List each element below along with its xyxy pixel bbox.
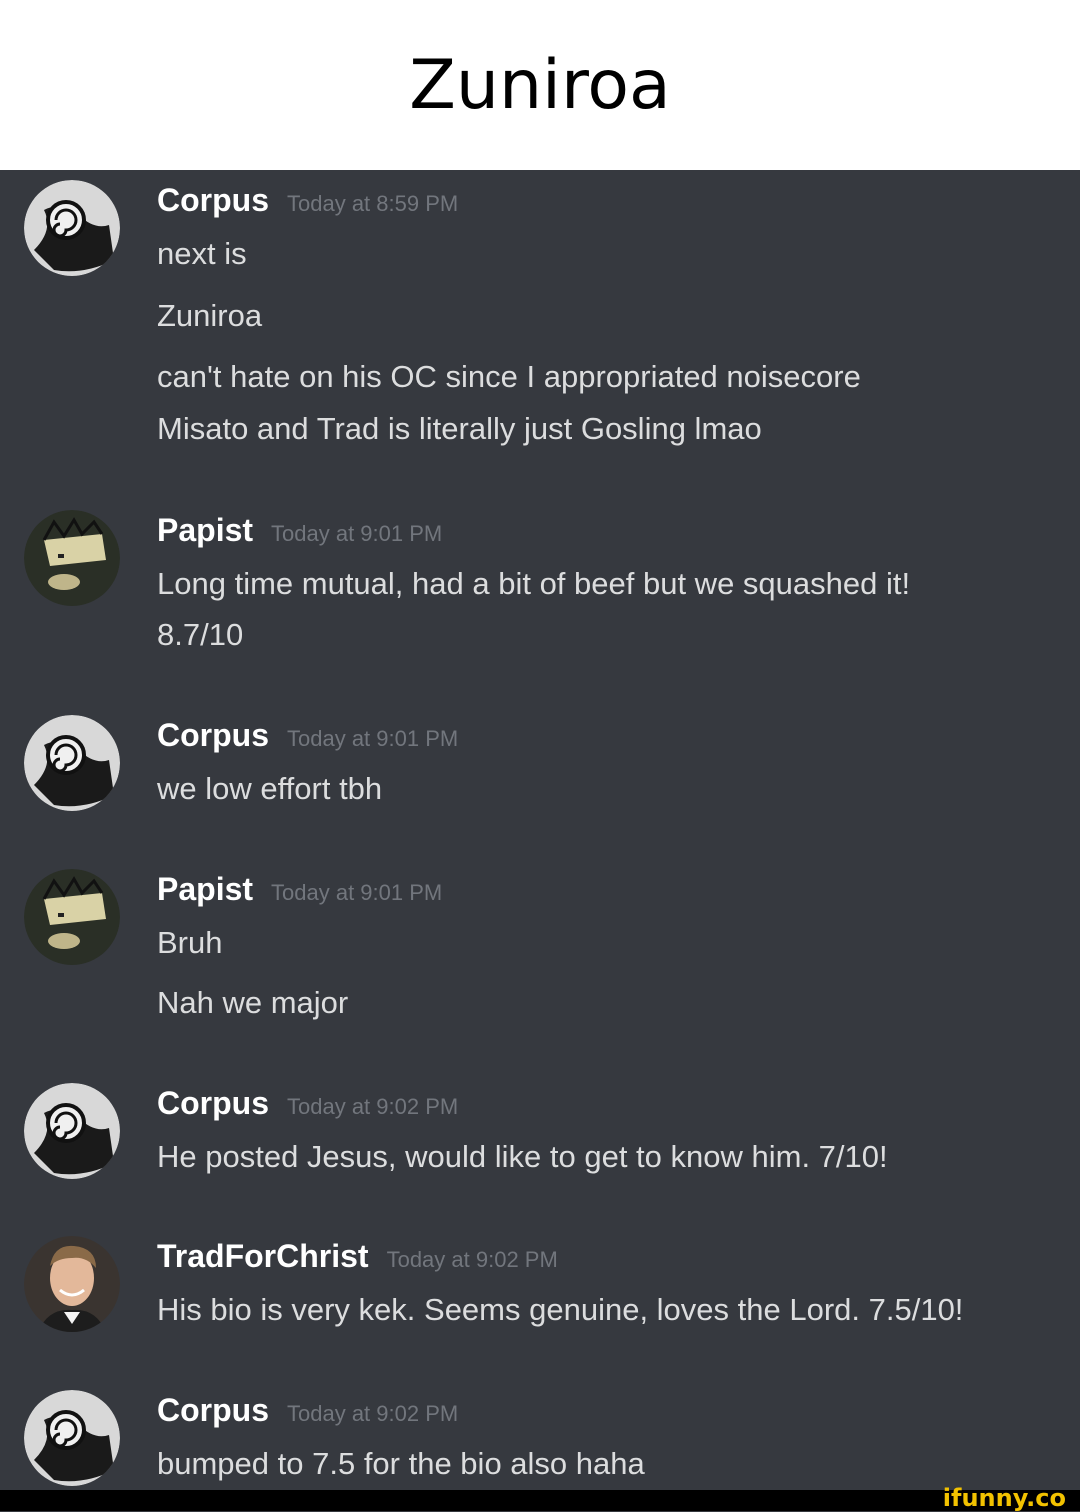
spiral-avatar[interactable] <box>24 1083 120 1179</box>
message-header: Papist Today at 9:01 PM <box>157 512 442 549</box>
chat-log: Corpus Today at 8:59 PM next is Zuniroa c… <box>0 170 1080 1490</box>
timestamp: Today at 9:02 PM <box>287 1401 459 1426</box>
username[interactable]: Papist <box>157 512 253 548</box>
spiral-avatar[interactable] <box>24 1390 120 1486</box>
watermark-logo: ifunny.co <box>942 1484 1066 1512</box>
message-text: can't hate on his OC since I appropriate… <box>157 359 861 394</box>
message-header: Papist Today at 9:01 PM <box>157 871 442 908</box>
username[interactable]: Papist <box>157 871 253 907</box>
message-header: Corpus Today at 9:02 PM <box>157 1085 458 1122</box>
message-text: Bruh <box>157 925 223 960</box>
message-text: Misato and Trad is literally just Goslin… <box>157 411 762 446</box>
footer-bar <box>0 1490 1080 1511</box>
message-text: Long time mutual, had a bit of beef but … <box>157 566 911 601</box>
message-text: He posted Jesus, would like to get to kn… <box>157 1139 888 1174</box>
username[interactable]: Corpus <box>157 1085 269 1121</box>
message-text: 8.7/10 <box>157 617 244 652</box>
timestamp: Today at 8:59 PM <box>287 191 459 216</box>
timestamp: Today at 9:02 PM <box>287 1094 459 1119</box>
caption-text: Zuniroa <box>409 45 671 125</box>
photo-avatar[interactable] <box>24 1236 120 1332</box>
message-header: TradForChrist Today at 9:02 PM <box>157 1238 558 1275</box>
message-text: His bio is very kek. Seems genuine, love… <box>157 1292 964 1327</box>
message-text: we low effort tbh <box>157 771 383 806</box>
message-text: Zuniroa <box>157 298 263 333</box>
message-header: Corpus Today at 9:01 PM <box>157 717 458 754</box>
timestamp: Today at 9:01 PM <box>287 726 459 751</box>
username[interactable]: Corpus <box>157 182 269 218</box>
caption-bar: Zuniroa <box>0 0 1080 170</box>
timestamp: Today at 9:02 PM <box>386 1247 558 1272</box>
username[interactable]: TradForChrist <box>157 1238 369 1274</box>
username[interactable]: Corpus <box>157 1392 269 1428</box>
message-text: next is <box>157 236 247 271</box>
spiral-avatar[interactable] <box>24 180 120 276</box>
spiral-avatar[interactable] <box>24 715 120 811</box>
username[interactable]: Corpus <box>157 717 269 753</box>
timestamp: Today at 9:01 PM <box>271 521 443 546</box>
message-header: Corpus Today at 8:59 PM <box>157 182 458 219</box>
creature-avatar[interactable] <box>24 510 120 606</box>
message-text: bumped to 7.5 for the bio also haha <box>157 1446 645 1481</box>
message-header: Corpus Today at 9:02 PM <box>157 1392 458 1429</box>
timestamp: Today at 9:01 PM <box>271 880 443 905</box>
message-text: Nah we major <box>157 985 349 1020</box>
creature-avatar[interactable] <box>24 869 120 965</box>
